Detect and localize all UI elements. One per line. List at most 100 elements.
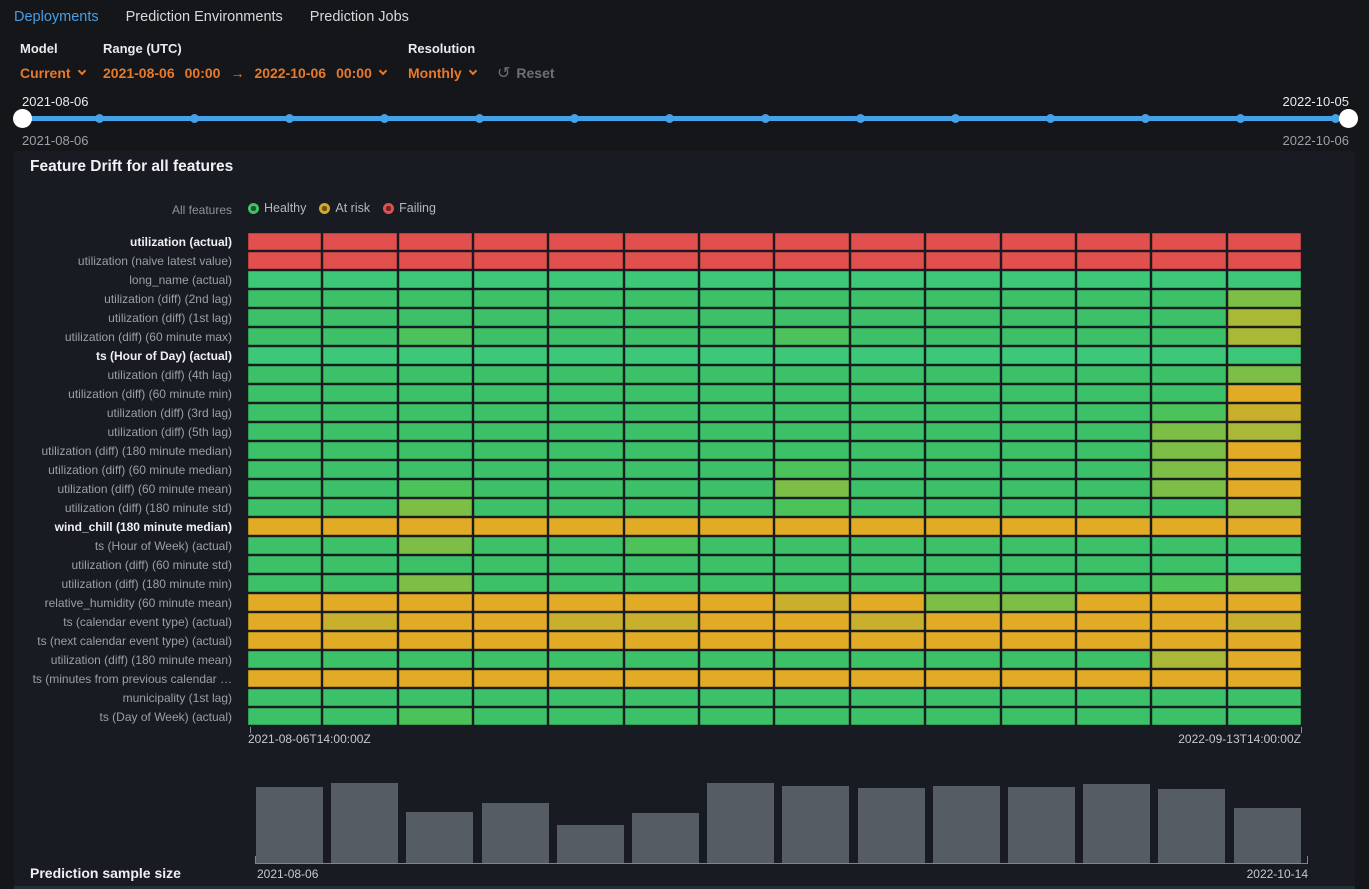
sample-size-bar[interactable]	[707, 783, 774, 863]
slider-dot[interactable]	[475, 114, 484, 123]
heatmap-cell[interactable]	[851, 708, 924, 725]
heatmap-cell[interactable]	[700, 328, 773, 345]
heatmap-cell[interactable]	[625, 328, 698, 345]
heatmap-cell[interactable]	[1152, 423, 1225, 440]
heatmap-cell[interactable]	[1228, 366, 1301, 383]
heatmap-cell[interactable]	[248, 309, 321, 326]
heatmap-cell[interactable]	[700, 708, 773, 725]
heatmap-cell[interactable]	[323, 651, 396, 668]
heatmap-cell[interactable]	[1077, 290, 1150, 307]
heatmap-cell[interactable]	[1002, 461, 1075, 478]
heatmap-cell[interactable]	[775, 347, 848, 364]
heatmap-cell[interactable]	[851, 385, 924, 402]
heatmap-cell[interactable]	[625, 442, 698, 459]
heatmap-cell[interactable]	[1152, 518, 1225, 535]
heatmap-cell[interactable]	[926, 632, 999, 649]
heatmap-cell[interactable]	[851, 651, 924, 668]
heatmap-cell[interactable]	[851, 328, 924, 345]
heatmap-cell[interactable]	[775, 613, 848, 630]
heatmap-cell[interactable]	[851, 347, 924, 364]
heatmap-cell[interactable]	[700, 271, 773, 288]
heatmap-cell[interactable]	[549, 632, 622, 649]
heatmap-cell[interactable]	[1077, 670, 1150, 687]
heatmap-cell[interactable]	[1002, 556, 1075, 573]
heatmap-cell[interactable]	[1228, 632, 1301, 649]
heatmap-cell[interactable]	[399, 518, 472, 535]
heatmap-cell[interactable]	[474, 309, 547, 326]
heatmap-cell[interactable]	[1002, 423, 1075, 440]
heatmap-cell[interactable]	[399, 651, 472, 668]
heatmap-cell[interactable]	[700, 366, 773, 383]
heatmap-cell[interactable]	[1152, 271, 1225, 288]
heatmap-cell[interactable]	[549, 670, 622, 687]
heatmap-cell[interactable]	[1002, 252, 1075, 269]
heatmap-cell[interactable]	[399, 385, 472, 402]
heatmap-cell[interactable]	[399, 309, 472, 326]
heatmap-cell[interactable]	[1077, 252, 1150, 269]
heatmap-cell[interactable]	[1077, 632, 1150, 649]
heatmap-cell[interactable]	[700, 518, 773, 535]
heatmap-cell[interactable]	[775, 442, 848, 459]
heatmap-cell[interactable]	[248, 651, 321, 668]
heatmap-cell[interactable]	[549, 328, 622, 345]
heatmap-cell[interactable]	[323, 309, 396, 326]
heatmap-cell[interactable]	[474, 423, 547, 440]
reset-button[interactable]: ↺ Reset	[497, 63, 555, 83]
heatmap-cell[interactable]	[1002, 518, 1075, 535]
heatmap-cell[interactable]	[399, 347, 472, 364]
heatmap-cell[interactable]	[1228, 385, 1301, 402]
heatmap-cell[interactable]	[323, 499, 396, 516]
heatmap-cell[interactable]	[1152, 708, 1225, 725]
heatmap-cell[interactable]	[399, 670, 472, 687]
heatmap-cell[interactable]	[323, 708, 396, 725]
slider-handle-right[interactable]	[1339, 109, 1358, 128]
heatmap-cell[interactable]	[399, 328, 472, 345]
sample-size-bar[interactable]	[406, 812, 473, 863]
heatmap-cell[interactable]	[1002, 594, 1075, 611]
heatmap-cell[interactable]	[474, 518, 547, 535]
heatmap-cell[interactable]	[851, 575, 924, 592]
heatmap-cell[interactable]	[248, 689, 321, 706]
heatmap-cell[interactable]	[474, 689, 547, 706]
heatmap-cell[interactable]	[1152, 404, 1225, 421]
heatmap-cell[interactable]	[926, 404, 999, 421]
heatmap-cell[interactable]	[1228, 271, 1301, 288]
heatmap-cell[interactable]	[926, 347, 999, 364]
heatmap-cell[interactable]	[625, 556, 698, 573]
heatmap-cell[interactable]	[1228, 347, 1301, 364]
heatmap-cell[interactable]	[323, 328, 396, 345]
heatmap-cell[interactable]	[474, 632, 547, 649]
heatmap-cell[interactable]	[549, 366, 622, 383]
model-select[interactable]: Current	[20, 65, 85, 81]
heatmap-cell[interactable]	[399, 480, 472, 497]
heatmap-cell[interactable]	[625, 689, 698, 706]
heatmap-cell[interactable]	[1152, 670, 1225, 687]
heatmap-cell[interactable]	[474, 575, 547, 592]
heatmap-cell[interactable]	[625, 480, 698, 497]
heatmap-cell[interactable]	[1002, 290, 1075, 307]
heatmap-cell[interactable]	[926, 670, 999, 687]
heatmap-cell[interactable]	[700, 594, 773, 611]
heatmap-cell[interactable]	[248, 499, 321, 516]
heatmap-cell[interactable]	[700, 632, 773, 649]
sample-size-bar[interactable]	[1083, 784, 1150, 863]
heatmap-cell[interactable]	[1002, 651, 1075, 668]
heatmap-cell[interactable]	[549, 442, 622, 459]
heatmap-cell[interactable]	[700, 651, 773, 668]
slider-track[interactable]	[22, 116, 1348, 121]
heatmap-cell[interactable]	[1002, 689, 1075, 706]
heatmap-cell[interactable]	[399, 423, 472, 440]
heatmap-cell[interactable]	[1002, 708, 1075, 725]
heatmap-cell[interactable]	[775, 537, 848, 554]
resolution-select[interactable]: Monthly	[408, 65, 476, 81]
heatmap-cell[interactable]	[851, 594, 924, 611]
heatmap-cell[interactable]	[625, 385, 698, 402]
slider-dot[interactable]	[665, 114, 674, 123]
heatmap-cell[interactable]	[926, 575, 999, 592]
heatmap-cell[interactable]	[625, 575, 698, 592]
heatmap-cell[interactable]	[549, 575, 622, 592]
heatmap-cell[interactable]	[1077, 271, 1150, 288]
heatmap-cell[interactable]	[775, 328, 848, 345]
heatmap-cell[interactable]	[1228, 309, 1301, 326]
sample-size-bar[interactable]	[858, 788, 925, 863]
